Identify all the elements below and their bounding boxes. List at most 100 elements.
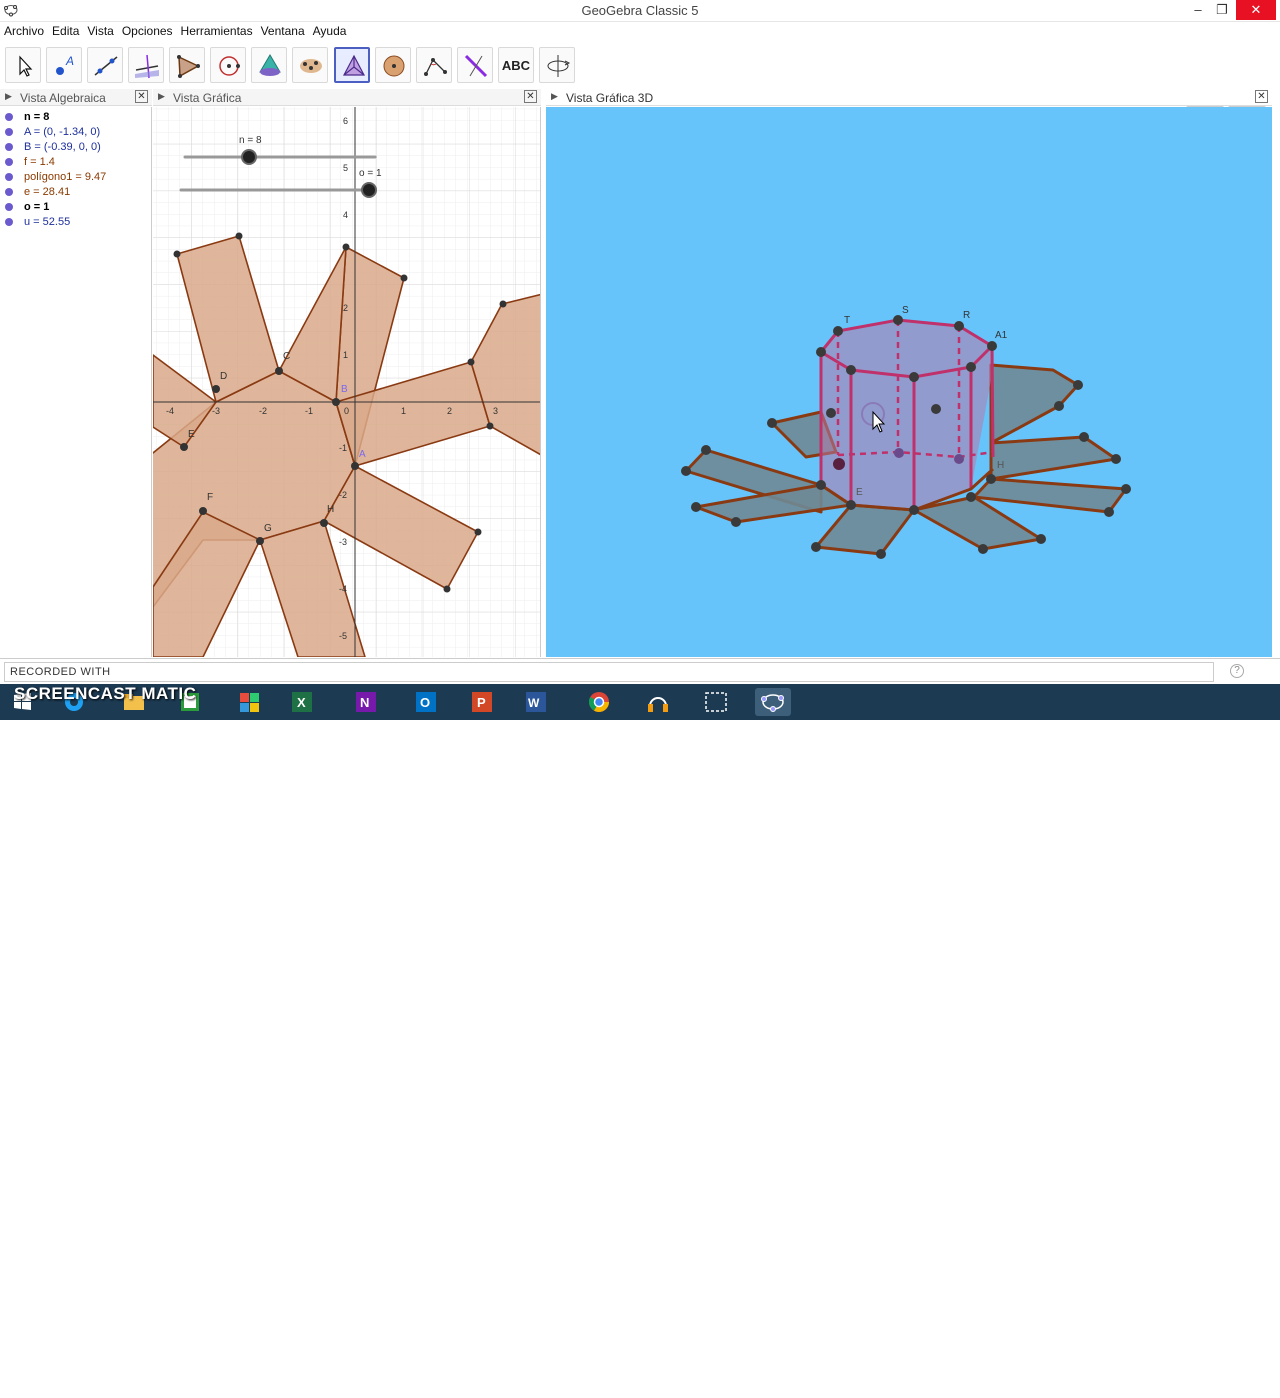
powerpoint-taskbar-button[interactable]: P bbox=[464, 688, 500, 716]
point[interactable] bbox=[1111, 454, 1121, 464]
point[interactable] bbox=[1054, 401, 1064, 411]
graphics-view[interactable]: -4 -3 -2 -1 0 1 2 3 6 5 4 2 1 -1 -2 -3 -… bbox=[153, 107, 541, 657]
text-tool-button[interactable]: ABC bbox=[498, 47, 534, 83]
point-tool-button[interactable]: A bbox=[46, 47, 82, 83]
onenote-taskbar-button[interactable]: N bbox=[348, 688, 384, 716]
point[interactable] bbox=[1079, 432, 1089, 442]
close-algebra-view-button[interactable]: ✕ bbox=[135, 90, 148, 103]
net-tool-button[interactable] bbox=[334, 47, 370, 83]
algebra-item[interactable]: o = 1 bbox=[0, 200, 150, 215]
close-graphics-view-button[interactable]: ✕ bbox=[524, 90, 537, 103]
point[interactable] bbox=[846, 500, 856, 510]
point[interactable] bbox=[811, 542, 821, 552]
point-E[interactable] bbox=[180, 443, 188, 451]
rotate-view-tool-button[interactable] bbox=[539, 47, 575, 83]
point[interactable] bbox=[978, 544, 988, 554]
algebra-item[interactable]: f = 1.4 bbox=[0, 155, 150, 170]
point[interactable] bbox=[486, 422, 494, 430]
point-G[interactable] bbox=[256, 537, 264, 545]
point-F[interactable] bbox=[199, 507, 207, 515]
collapse-arrow-icon[interactable]: ▶ bbox=[5, 91, 12, 102]
menu-ayuda[interactable]: Ayuda bbox=[309, 22, 351, 38]
point[interactable] bbox=[1036, 534, 1046, 544]
polygon-tool-button[interactable] bbox=[169, 47, 205, 83]
algebra-item[interactable]: e = 28.41 bbox=[0, 185, 150, 200]
point[interactable] bbox=[966, 362, 976, 372]
point[interactable] bbox=[767, 418, 777, 428]
close-graphics3d-view-button[interactable]: ✕ bbox=[1255, 90, 1268, 103]
menu-edita[interactable]: Edita bbox=[48, 22, 83, 38]
visibility-dot-icon[interactable] bbox=[5, 173, 13, 181]
point-A[interactable] bbox=[351, 462, 359, 470]
menu-opciones[interactable]: Opciones bbox=[118, 22, 177, 38]
visibility-dot-icon[interactable] bbox=[5, 143, 13, 151]
menu-ventana[interactable]: Ventana bbox=[257, 22, 309, 38]
input-field[interactable] bbox=[4, 662, 1214, 682]
point[interactable] bbox=[986, 474, 996, 484]
point[interactable] bbox=[1104, 507, 1114, 517]
graphics-canvas[interactable]: -4 -3 -2 -1 0 1 2 3 6 5 4 2 1 -1 -2 -3 -… bbox=[153, 107, 541, 657]
point-origin[interactable] bbox=[332, 398, 340, 406]
point[interactable] bbox=[443, 585, 451, 593]
point-D[interactable] bbox=[212, 385, 220, 393]
input-help-icon[interactable]: ? bbox=[1230, 664, 1244, 678]
visibility-dot-icon[interactable] bbox=[5, 158, 13, 166]
point-C[interactable] bbox=[275, 367, 283, 375]
algebra-item[interactable]: polígono1 = 9.47 bbox=[0, 170, 150, 185]
reflect-tool-button[interactable] bbox=[292, 47, 328, 83]
graphics3d-view[interactable]: T S R A1 H E bbox=[546, 107, 1272, 657]
point[interactable] bbox=[826, 408, 836, 418]
taskbar-clock[interactable]: 03:46 p. m. 17/11/2019 bbox=[1200, 1372, 1276, 1398]
excel-taskbar-button[interactable]: X bbox=[284, 688, 320, 716]
slider-n-handle[interactable] bbox=[241, 149, 257, 165]
point[interactable] bbox=[467, 358, 475, 366]
point[interactable] bbox=[681, 466, 691, 476]
point[interactable] bbox=[816, 480, 826, 490]
flag-icon[interactable]: ⚑ bbox=[1134, 1378, 1144, 1391]
algebra-item[interactable]: n = 8 bbox=[0, 110, 150, 125]
circle-tool-button[interactable] bbox=[210, 47, 246, 83]
point[interactable] bbox=[816, 347, 826, 357]
visibility-dot-icon[interactable] bbox=[5, 203, 13, 211]
menu-herramientas[interactable]: Herramientas bbox=[177, 22, 257, 38]
point[interactable] bbox=[987, 341, 997, 351]
perpendicular-tool-button[interactable] bbox=[128, 47, 164, 83]
point[interactable] bbox=[954, 454, 964, 464]
move-tool-button[interactable] bbox=[5, 47, 41, 83]
point[interactable] bbox=[876, 549, 886, 559]
face[interactable] bbox=[989, 435, 1118, 481]
visibility-dot-icon[interactable] bbox=[5, 128, 13, 136]
point[interactable] bbox=[701, 445, 711, 455]
menu-archivo[interactable]: Archivo bbox=[0, 22, 48, 38]
face[interactable] bbox=[814, 503, 916, 556]
point[interactable] bbox=[909, 505, 919, 515]
outlook-taskbar-button[interactable]: O bbox=[408, 688, 444, 716]
face[interactable] bbox=[912, 495, 1043, 551]
close-button[interactable]: ✕ bbox=[1236, 0, 1276, 20]
point[interactable] bbox=[909, 372, 919, 382]
point[interactable] bbox=[966, 492, 976, 502]
point[interactable] bbox=[731, 517, 741, 527]
volume-icon[interactable]: 🕪 bbox=[1156, 1378, 1163, 1391]
pyramid-tool-button[interactable] bbox=[251, 47, 287, 83]
point[interactable] bbox=[894, 448, 904, 458]
visibility-dot-icon[interactable] bbox=[5, 188, 13, 196]
algebra-item[interactable]: A = (0, -1.34, 0) bbox=[0, 125, 150, 140]
point[interactable] bbox=[846, 365, 856, 375]
prism-body[interactable] bbox=[821, 320, 993, 510]
collapse-arrow-icon[interactable]: ▶ bbox=[551, 91, 558, 102]
point[interactable] bbox=[833, 326, 843, 336]
chrome-taskbar-button[interactable] bbox=[581, 688, 617, 716]
visibility-dot-icon[interactable] bbox=[5, 218, 13, 226]
point[interactable] bbox=[400, 274, 408, 282]
algebra-item[interactable]: u = 52.55 bbox=[0, 215, 150, 230]
face[interactable] bbox=[972, 477, 1128, 514]
point[interactable] bbox=[1073, 380, 1083, 390]
geogebra-taskbar-button[interactable] bbox=[755, 688, 791, 716]
line-tool-button[interactable] bbox=[87, 47, 123, 83]
point[interactable] bbox=[931, 404, 941, 414]
point[interactable] bbox=[954, 321, 964, 331]
face[interactable] bbox=[989, 363, 1080, 445]
point[interactable] bbox=[691, 502, 701, 512]
point[interactable] bbox=[173, 250, 181, 258]
